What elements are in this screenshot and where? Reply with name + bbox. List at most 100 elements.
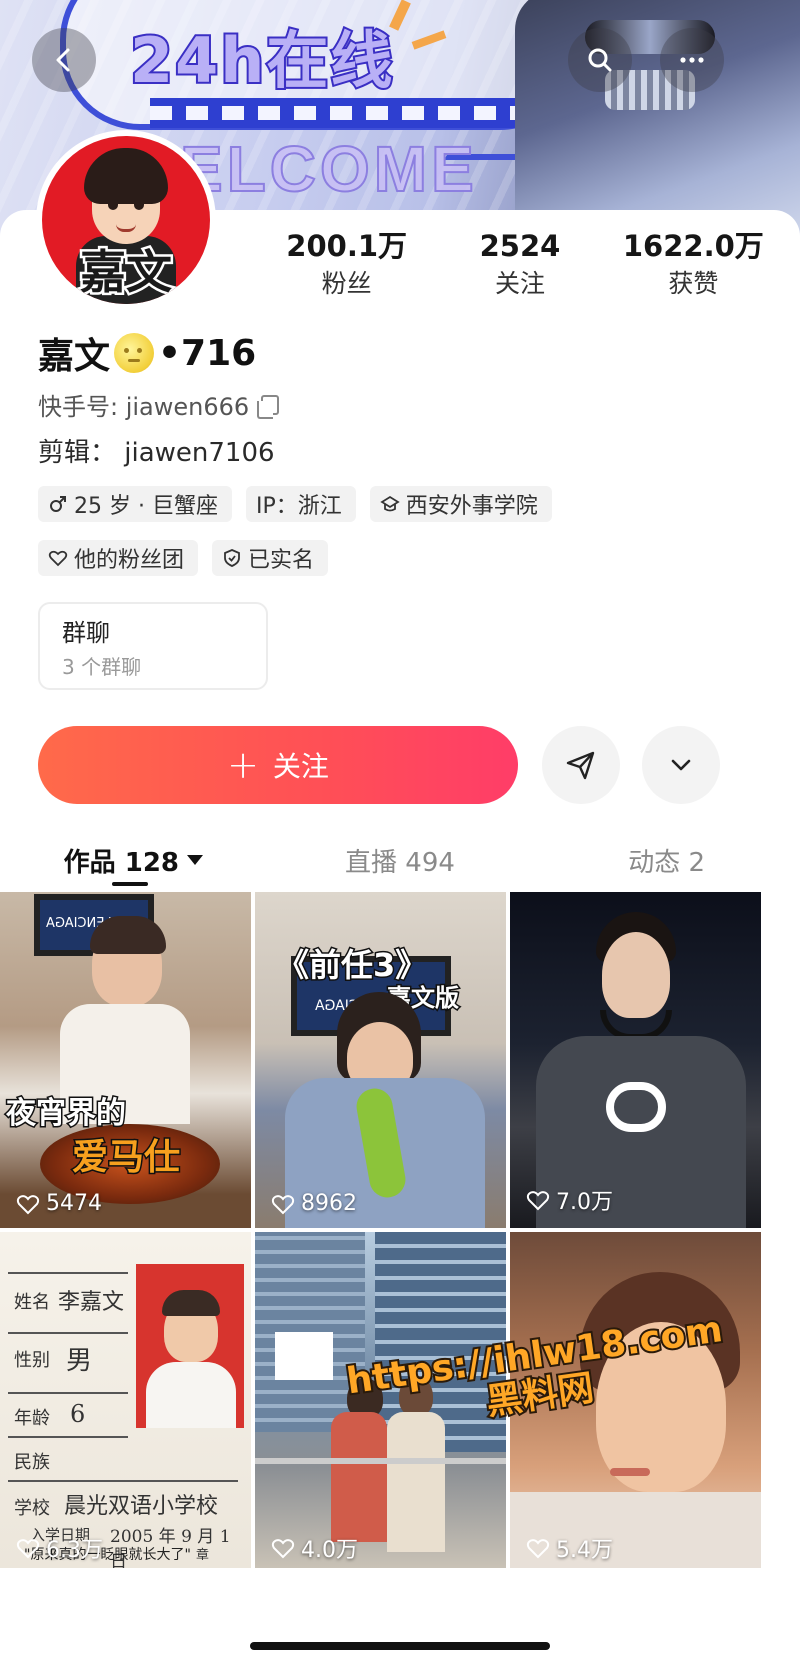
- avatar-text: 嘉文: [78, 243, 175, 302]
- expand-button[interactable]: [642, 726, 720, 804]
- form-line: [8, 1272, 128, 1274]
- likes-value: 5474: [46, 1191, 102, 1216]
- tag-label: 西安外事学院: [405, 494, 538, 519]
- more-button[interactable]: [660, 28, 724, 92]
- child-hair: [162, 1290, 220, 1316]
- form-line: [8, 1480, 238, 1482]
- tab-moments[interactable]: 动态 2: [533, 828, 800, 892]
- profile-name: 嘉文: [38, 336, 111, 377]
- school-icon: [380, 495, 400, 512]
- tag-fan-group[interactable]: 他的粉丝团: [38, 540, 199, 576]
- likes-value: 5.4万: [556, 1538, 613, 1563]
- stat-fans[interactable]: 200.1万 粉丝: [260, 228, 433, 308]
- search-button[interactable]: [568, 28, 632, 92]
- stat-value: 2524: [479, 229, 561, 263]
- form-stamp: 章: [196, 1548, 210, 1563]
- group-chat-title: 群聊: [62, 619, 110, 647]
- tag-age: 25 岁 · 巨蟹座: [38, 486, 232, 522]
- banner-headline: 24h在线: [128, 22, 395, 99]
- heart-outline-icon: [48, 550, 68, 567]
- banner-welcome-text: ELCOME: [179, 132, 478, 206]
- video-grid: BALENCIAGA 夜宵界的 爱马仕 5474 BALENCIAGA 《前任3…: [0, 892, 800, 1656]
- profile-tags: 25 岁 · 巨蟹座 IP：浙江 西安外事学院 他的粉丝团 已实名: [38, 486, 778, 594]
- tag-verified: 已实名: [212, 540, 329, 576]
- likes-value: 7.0万: [556, 1190, 613, 1215]
- follow-button[interactable]: + 关注: [38, 726, 518, 804]
- group-chat-card[interactable]: 群聊 3 个群聊: [38, 602, 268, 690]
- form-line: [8, 1436, 128, 1438]
- name-row: 嘉文 •716: [38, 328, 256, 378]
- tag-label: 已实名: [248, 548, 315, 573]
- video-tile[interactable]: 7.0万: [510, 892, 761, 1228]
- form-label: 民族: [14, 1452, 50, 1473]
- profile-bio: 剪辑： jiawen7106: [38, 438, 275, 468]
- tab-label: 直播 494: [345, 847, 455, 878]
- likes-value: 6.3万: [46, 1538, 103, 1563]
- paper-plane-icon: [566, 751, 595, 780]
- form-value: 男: [66, 1346, 93, 1376]
- tag-row: 25 岁 · 巨蟹座 IP：浙江 西安外事学院: [38, 486, 778, 522]
- copy-icon[interactable]: [257, 394, 280, 419]
- tag-ip: IP：浙江: [245, 486, 356, 522]
- form-value: 6: [70, 1400, 86, 1428]
- likes-count: 8962: [271, 1191, 357, 1216]
- chevron-left-icon: [56, 48, 70, 72]
- tag-school[interactable]: 西安外事学院: [369, 486, 552, 522]
- form-line: [8, 1392, 128, 1394]
- active-tab-indicator: [112, 882, 148, 886]
- group-chat-count: 3 个群聊: [62, 655, 142, 679]
- heart-icon: [16, 1539, 40, 1559]
- avatar[interactable]: 嘉文: [36, 130, 216, 310]
- heart-icon: [271, 1194, 295, 1214]
- stats-row: 200.1万 粉丝 2524 关注 1622.0万 获赞: [260, 228, 780, 308]
- video-tile[interactable]: BALENCIAGA 夜宵界的 爱马仕 5474: [0, 892, 251, 1228]
- likes-value: 4.0万: [301, 1538, 358, 1563]
- likes-count: 4.0万: [271, 1532, 358, 1564]
- tab-label: 动态 2: [628, 847, 706, 878]
- heart-icon: [526, 1191, 550, 1211]
- railing: [255, 1458, 506, 1464]
- plus-icon: +: [227, 743, 259, 787]
- kuaishou-id-row: 快手号: jiawen666: [38, 387, 280, 422]
- kuaishou-id: 快手号: jiawen666: [38, 393, 250, 421]
- tag-label: IP：浙江: [255, 494, 342, 519]
- stat-following[interactable]: 2524 关注: [433, 228, 606, 308]
- stat-label: 粉丝: [321, 269, 372, 298]
- video-tile[interactable]: 姓名 李嘉文 性别 男 年龄 6 民族 学校 晨光双语小学校 入学日期 2005…: [0, 1232, 251, 1568]
- heart-icon: [271, 1539, 295, 1559]
- avatar-eye: [134, 198, 144, 210]
- heart-icon: [16, 1194, 40, 1214]
- billboard: [275, 1332, 333, 1380]
- banner-film-holes: [150, 106, 530, 120]
- likes-count: 6.3万: [16, 1532, 103, 1564]
- avatar-eye: [108, 198, 118, 210]
- child-shirt: [146, 1362, 236, 1428]
- shirt-logo: [606, 1082, 666, 1132]
- stat-likes[interactable]: 1622.0万 获赞: [607, 228, 780, 308]
- stat-value: 200.1万: [286, 229, 408, 263]
- avatar-image: 嘉文: [42, 136, 210, 304]
- form-label: 年龄: [14, 1408, 50, 1429]
- send-message-button[interactable]: [542, 726, 620, 804]
- tag-label: 25 岁 · 巨蟹座: [74, 494, 218, 519]
- stat-label: 关注: [494, 269, 545, 298]
- chevron-down-icon: [671, 759, 691, 771]
- tag-row: 他的粉丝团 已实名: [38, 540, 778, 576]
- follow-label: 关注: [272, 750, 329, 783]
- form-label: 姓名: [14, 1292, 50, 1313]
- person-hair: [90, 916, 166, 954]
- back-button[interactable]: [32, 28, 96, 92]
- heart-icon: [526, 1539, 550, 1559]
- form-label: 学校: [14, 1498, 50, 1519]
- form-value: 晨光双语小学校: [64, 1494, 219, 1519]
- more-dots-icon: [680, 57, 704, 63]
- video-tile[interactable]: BALENCIAGA 《前任3》 嘉文版 8962: [255, 892, 506, 1228]
- stat-value: 1622.0万: [622, 229, 764, 263]
- home-indicator: [250, 1642, 550, 1650]
- video-title: 爱马仕: [70, 1136, 181, 1180]
- likes-count: 7.0万: [526, 1184, 613, 1216]
- tab-live[interactable]: 直播 494: [267, 828, 534, 892]
- person-lips: [610, 1468, 650, 1476]
- form-line: [8, 1332, 128, 1334]
- profile-level: •716: [158, 332, 257, 374]
